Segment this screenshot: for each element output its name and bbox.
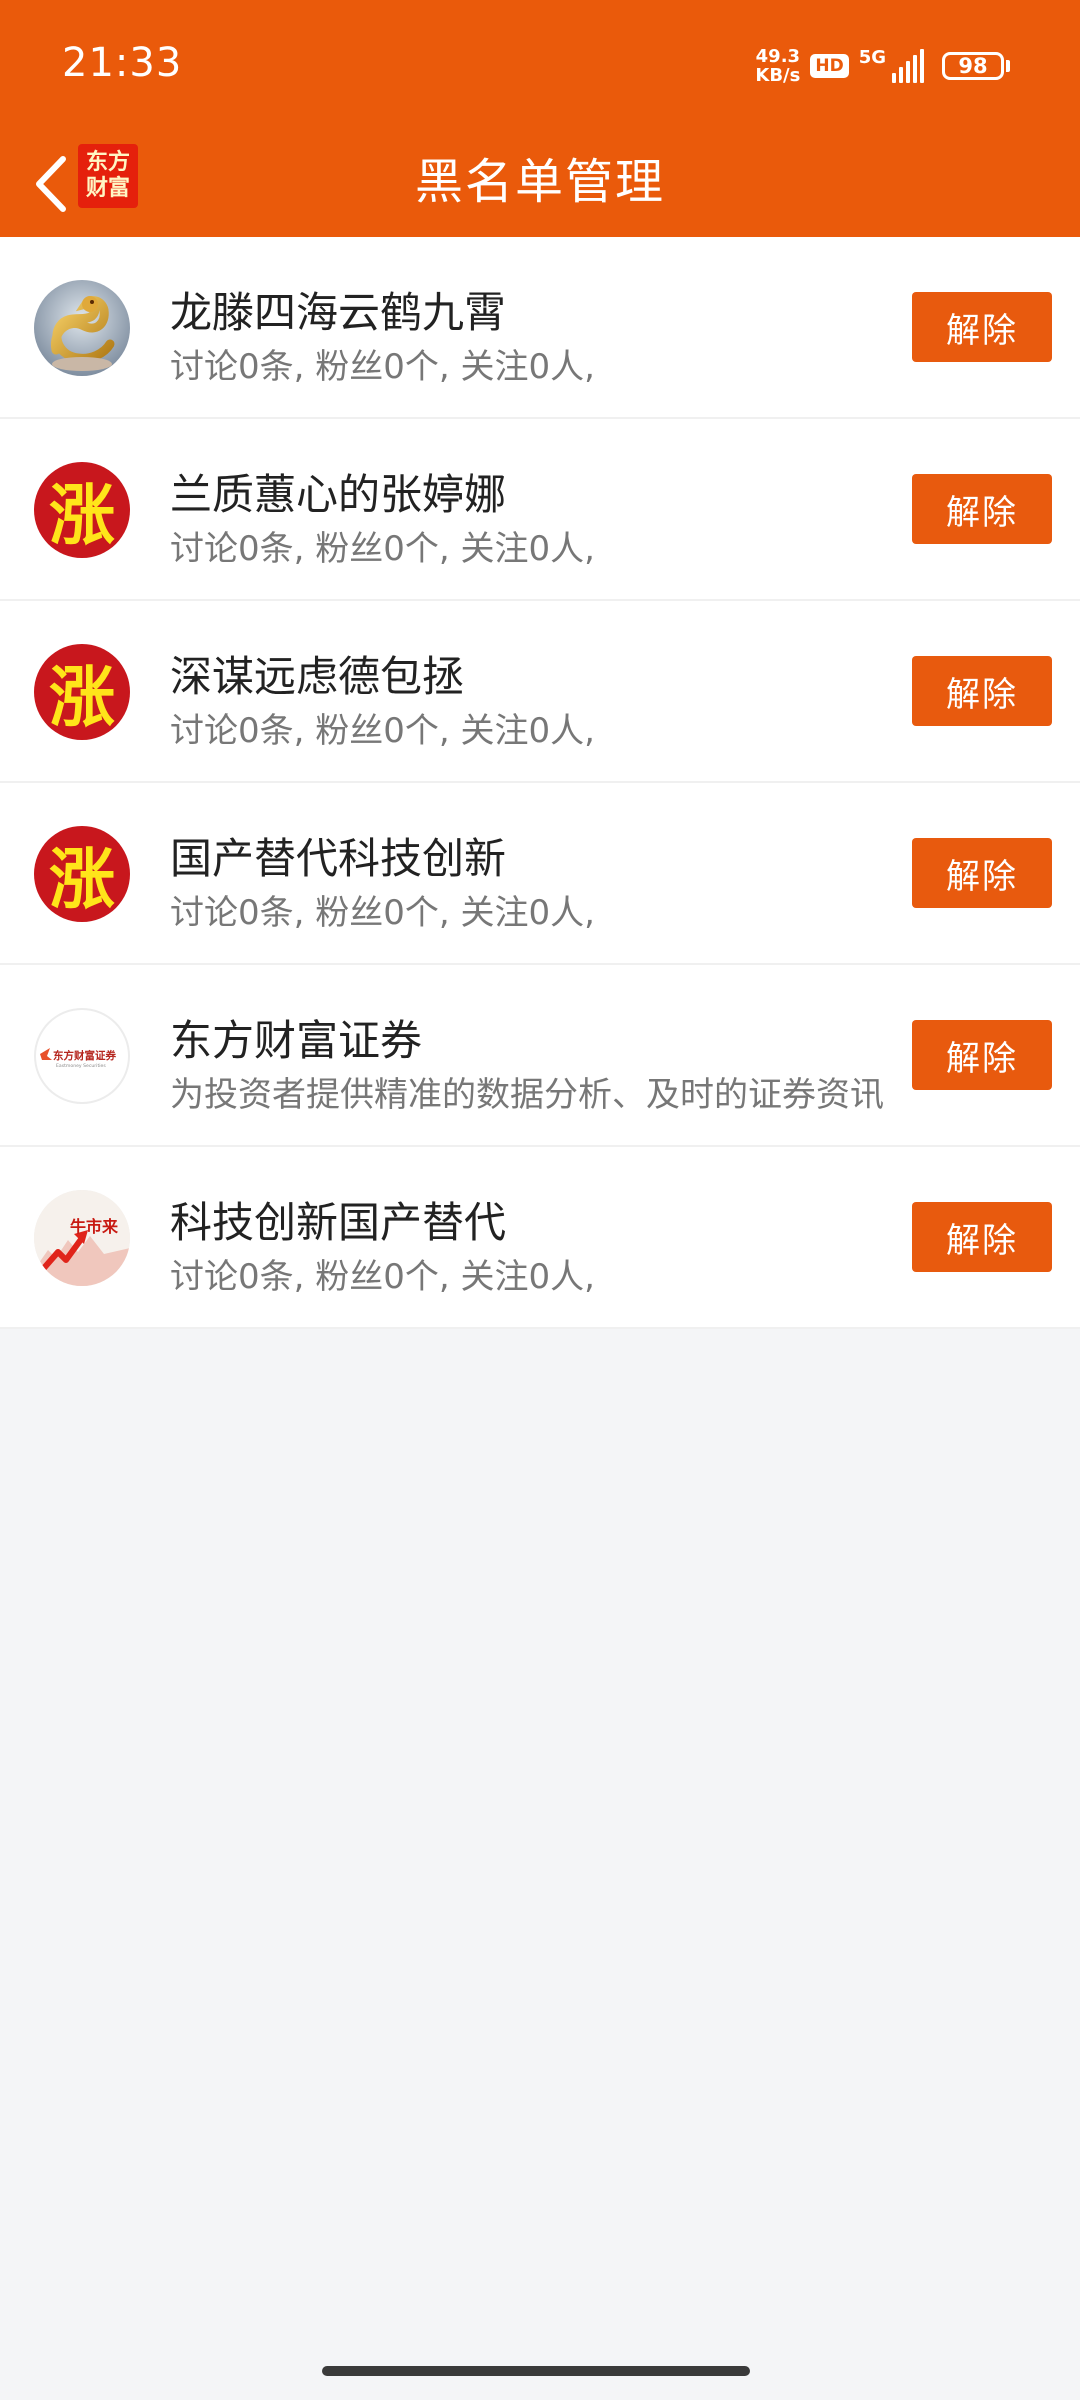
user-name: 深谋远虑德包拯: [170, 652, 465, 701]
network-speed: 49.3 KB/s: [755, 47, 800, 85]
status-bar: 21:33 49.3 KB/s HD 5G 98: [0, 0, 1080, 130]
user-name: 龙滕四海云鹤九霄: [170, 288, 507, 337]
unblock-button[interactable]: 解除: [912, 838, 1052, 908]
signal-bar: [913, 55, 917, 83]
page-title: 黑名单管理: [414, 154, 665, 210]
user-stats: 讨论0条, 粉丝0个, 关注0人,: [170, 529, 595, 569]
user-name: 兰质蕙心的张婷娜: [170, 470, 507, 519]
zhang-avatar[interactable]: 涨: [34, 462, 130, 558]
bull-market-avatar-icon[interactable]: 牛市来: [34, 1190, 130, 1286]
battery-tip: [1006, 60, 1010, 72]
list-item: 龙滕四海云鹤九霄 讨论0条, 粉丝0个, 关注0人, 解除: [0, 237, 1080, 419]
bull-market-text: 牛市来: [70, 1217, 119, 1236]
signal-bar: [920, 49, 924, 83]
eastmoney-logo: 东方 财富: [78, 144, 138, 208]
logo-mark: [40, 1048, 52, 1060]
user-name: 东方财富证券: [170, 1016, 423, 1065]
bull-market-avatar-art: 牛市来: [34, 1190, 130, 1286]
battery-level: 98: [942, 52, 1004, 80]
status-time: 21:33: [62, 40, 183, 86]
battery-icon: 98: [942, 52, 1010, 80]
zhang-avatar[interactable]: 涨: [34, 644, 130, 740]
unblock-button[interactable]: 解除: [912, 1202, 1052, 1272]
home-indicator[interactable]: [322, 2366, 750, 2376]
eastmoney-securities-logo-art: 东方财富证券 Eastmoney Securities: [40, 1048, 116, 1069]
back-button[interactable]: [18, 144, 84, 224]
list-item: 牛市来 科技创新国产替代 讨论0条, 粉丝0个, 关注0人, 解除: [0, 1147, 1080, 1329]
user-stats: 讨论0条, 粉丝0个, 关注0人,: [170, 711, 595, 751]
unblock-button[interactable]: 解除: [912, 474, 1052, 544]
nav-bar: 黑名单管理 东方 财富: [0, 130, 1080, 237]
signal-bar: [892, 73, 896, 83]
user-stats: 讨论0条, 粉丝0个, 关注0人,: [170, 347, 595, 387]
user-name: 科技创新国产替代: [170, 1198, 507, 1247]
hd-icon: HD: [810, 54, 849, 78]
unblock-button[interactable]: 解除: [912, 292, 1052, 362]
blacklist: 龙滕四海云鹤九霄 讨论0条, 粉丝0个, 关注0人, 解除 涨 兰质蕙心的张婷娜…: [0, 237, 1080, 1329]
list-item: 涨 国产替代科技创新 讨论0条, 粉丝0个, 关注0人, 解除: [0, 783, 1080, 965]
user-name: 国产替代科技创新: [170, 834, 507, 883]
user-description: 为投资者提供精准的数据分析、及时的证券资讯: [170, 1075, 884, 1115]
signal-bar: [899, 67, 903, 83]
network-speed-unit: KB/s: [755, 65, 801, 86]
network-type: 5G: [858, 47, 886, 68]
dragon-avatar-art: [34, 280, 130, 376]
brand-logo-line2: 财富: [85, 176, 130, 201]
zhang-avatar[interactable]: 涨: [34, 826, 130, 922]
signal-bar: [906, 61, 910, 83]
network-speed-value: 49.3: [755, 46, 801, 67]
signal-icon: 5G: [859, 49, 924, 83]
list-item: 东方财富证券 Eastmoney Securities 东方财富证券 为投资者提…: [0, 965, 1080, 1147]
unblock-button[interactable]: 解除: [912, 1020, 1052, 1090]
list-item: 涨 兰质蕙心的张婷娜 讨论0条, 粉丝0个, 关注0人, 解除: [0, 419, 1080, 601]
logo-text: 东方财富证券: [53, 1049, 116, 1062]
logo-subtext: Eastmoney Securities: [56, 1063, 106, 1069]
list-item: 涨 深谋远虑德包拯 讨论0条, 粉丝0个, 关注0人, 解除: [0, 601, 1080, 783]
unblock-button[interactable]: 解除: [912, 656, 1052, 726]
user-stats: 讨论0条, 粉丝0个, 关注0人,: [170, 893, 595, 933]
status-icons: 49.3 KB/s HD 5G 98: [755, 44, 1010, 88]
brand-logo-line1: 东方: [85, 150, 130, 175]
chevron-left-icon: [36, 156, 66, 212]
dragon-avatar-icon[interactable]: [34, 280, 130, 376]
user-stats: 讨论0条, 粉丝0个, 关注0人,: [170, 1257, 595, 1297]
eastmoney-securities-logo[interactable]: 东方财富证券 Eastmoney Securities: [34, 1008, 130, 1104]
